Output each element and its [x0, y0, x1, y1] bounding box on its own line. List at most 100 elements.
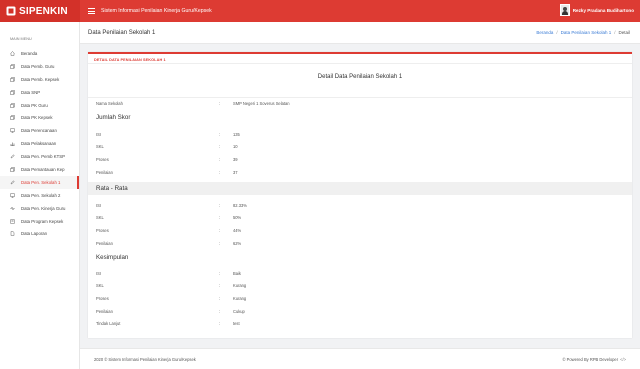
pulse-icon: [10, 205, 15, 211]
footer-copyright: 2020 © Sistem Informasi Penilaian Kinerj…: [94, 356, 196, 362]
sidebar-heading: MAIN MENU: [10, 37, 32, 41]
detail-key: SKL: [96, 215, 104, 221]
detail-row: Penilaian: Cukup: [88, 305, 632, 317]
breadcrumb: Beranda / Data Penilaian Sekolah 1 / Det…: [536, 30, 630, 35]
detail-colon: :: [219, 308, 221, 314]
detail-colon: :: [219, 283, 221, 289]
detail-key: ISI: [96, 131, 102, 137]
footer-powered-text: © Powered By RPB Developer: [562, 356, 619, 362]
detail-key: Penilaian: [96, 308, 113, 314]
detail-colon: :: [219, 202, 221, 208]
sidebar-item-data-pen-pemb-ktsp[interactable]: Data Pen. Pemb KTSP: [0, 150, 79, 163]
detail-key: Nama Sekolah: [96, 100, 123, 106]
sidebar-item-label: Data Pen. Pemb KTSP: [21, 154, 65, 160]
sidebar-item-label: Data PK Guru: [21, 102, 48, 108]
detail-value: 37: [233, 169, 238, 175]
copy-icon: [10, 167, 15, 172]
sidebar-item-label: Data Pelaksanaan: [21, 141, 57, 147]
sidebar-item-data-laporan[interactable]: Data Laporan: [0, 227, 79, 240]
sidebar-item-label: Data Laporan: [21, 231, 48, 237]
detail-colon: :: [219, 169, 221, 175]
detail-row: Penilaian: 62%: [88, 237, 632, 249]
detail-row: Proses: 39: [88, 153, 632, 165]
detail-value: Baik: [233, 270, 241, 276]
detail-row: Nama Sekolah: SMP Negeri 1 Soverus Selata…: [88, 97, 632, 109]
detail-key: Proses: [96, 295, 109, 301]
detail-colon: :: [219, 270, 221, 276]
footer: 2020 © Sistem Informasi Penilaian Kinerj…: [80, 348, 640, 369]
brand-logo[interactable]: SIPENKIN: [0, 0, 80, 22]
detail-card: DETAIL DATA PENILAIAN SEKOLAH 1 Detail D…: [88, 52, 632, 338]
copy-icon: [10, 64, 15, 69]
detail-row: SKL: Kurang: [88, 280, 632, 292]
footer-powered: © Powered By RPB Developer </>: [563, 357, 627, 362]
menu-toggle-icon[interactable]: [88, 8, 95, 14]
sidebar-item-data-pen-kinerja-guru[interactable]: Data Pen. Kinerja Guru: [0, 202, 79, 215]
detail-colon: :: [219, 321, 221, 327]
detail-row: Penilaian: 37: [88, 166, 632, 178]
sidebar-item-beranda[interactable]: Beranda: [0, 47, 79, 60]
detail-colon: :: [219, 215, 221, 221]
sidebar-item-data-pemantauan-kep[interactable]: Data Pemantauan Kep: [0, 163, 79, 176]
detail-key: SKL: [96, 283, 104, 289]
detail-value: 62%: [233, 240, 242, 246]
detail-value: Kurang: [233, 295, 247, 301]
detail-colon: :: [219, 100, 221, 106]
sidebar-item-data-pen-sekolah-2[interactable]: Data Pen. Sekolah 2: [0, 189, 79, 202]
detail-colon: :: [219, 131, 221, 137]
detail-row: SKL: 50%: [88, 212, 632, 224]
detail-key: Proses: [96, 227, 109, 233]
detail-key: Penilaian: [96, 169, 113, 175]
detail-key: ISI: [96, 270, 102, 276]
top-navbar: SIPENKIN Sistem Informasi Penilaian Kine…: [0, 0, 640, 22]
sidebar-item-data-pk-guru[interactable]: Data PK Guru: [0, 99, 79, 112]
breadcrumb-current: Detail: [618, 30, 630, 35]
code-icon: </>: [620, 356, 626, 362]
sidebar-item-data-pemb-kepsek[interactable]: Data Pemb. Kepsek: [0, 73, 79, 86]
detail-colon: :: [219, 295, 221, 301]
detail-value: 135: [233, 131, 240, 137]
detail-key: Penilaian: [96, 240, 113, 246]
detail-colon: :: [219, 227, 221, 233]
detail-value: SMP Negeri 1 Soverus Selatan: [233, 100, 290, 106]
detail-value: 82.33%: [233, 202, 247, 208]
section-heading: Rata - Rata: [88, 182, 632, 195]
copy-icon: [10, 102, 15, 108]
sidebar-item-label: Data Pen. Sekolah 1: [21, 179, 61, 185]
user-menu[interactable]: Rezky Pradana Budihartono: [559, 4, 634, 16]
sidebar-item-data-pemb-guru[interactable]: Data Pemb. Guru: [0, 60, 79, 73]
logo-icon: [6, 6, 16, 16]
file-icon: [10, 231, 15, 237]
detail-row: ISI: Baik: [88, 267, 632, 279]
sidebar-item-label: Data Perencanaan: [21, 128, 57, 134]
breadcrumb-home[interactable]: Beranda: [536, 30, 553, 35]
detail-colon: :: [219, 240, 221, 246]
detail-value: 10: [233, 144, 238, 150]
copy-icon: [10, 115, 15, 121]
sidebar-item-data-perencanaan[interactable]: Data Perencanaan: [0, 124, 79, 137]
sidebar-item-data-snp[interactable]: Data SNP: [0, 86, 79, 99]
sidebar-item-label: Data PK Kepsek: [21, 115, 53, 121]
detail-value: 44%: [233, 227, 242, 233]
page-header: Data Penilaian Sekolah 1 Beranda / Data …: [80, 22, 640, 44]
sidebar-item-data-pelaksanaan[interactable]: Data Pelaksanaan: [0, 137, 79, 150]
detail-key: Tindak Lanjut: [96, 321, 121, 327]
sidebar-item-data-pen-sekolah-1[interactable]: Data Pen. Sekolah 1: [0, 175, 79, 189]
sidebar-menu: Beranda Data Pemb. Guru Data Pemb. Kepsek D…: [0, 47, 79, 240]
detail-key: ISI: [96, 202, 102, 208]
pencil-icon: [10, 180, 15, 185]
breadcrumb-separator: /: [614, 30, 616, 35]
detail-value: 39: [233, 156, 238, 162]
home-icon: [10, 51, 15, 56]
avatar: [559, 4, 570, 16]
detail-key: Proses: [96, 156, 109, 162]
sidebar-item-label: Data Pemantauan Kep: [21, 166, 65, 172]
detail-colon: :: [219, 156, 221, 162]
sidebar: MAIN MENU Beranda Data Pemb. Guru Data Pem…: [0, 22, 80, 369]
pencil-icon: [10, 154, 15, 159]
detail-value: Cukup: [233, 308, 245, 314]
breadcrumb-parent[interactable]: Data Penilaian Sekolah 1: [561, 30, 612, 35]
card-title: Detail Data Penilaian Sekolah 1: [88, 64, 632, 98]
sidebar-item-data-program-kepsek[interactable]: Data Program Kepsek: [0, 215, 79, 228]
sidebar-item-data-pk-kepsek[interactable]: Data PK Kepsek: [0, 111, 79, 124]
